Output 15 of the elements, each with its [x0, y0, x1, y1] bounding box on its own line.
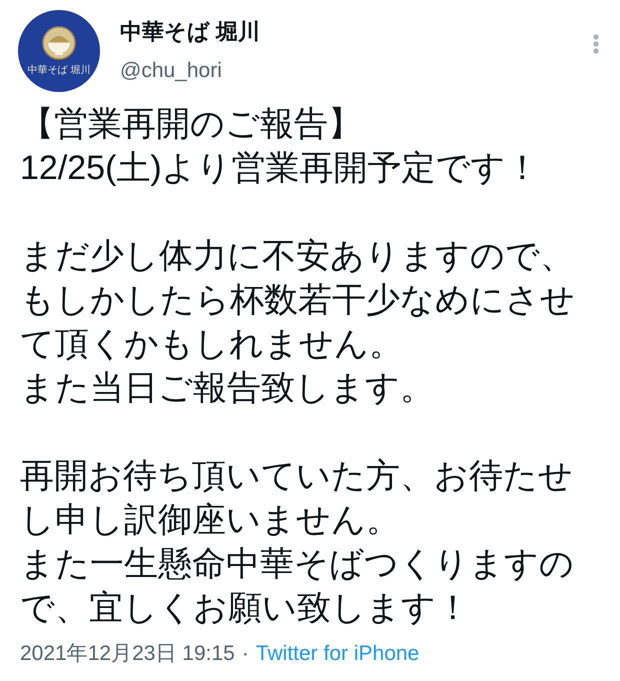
timestamp: 2021年12月23日 19:15: [20, 641, 235, 667]
tweet-text: 【営業再開のご報告】: [20, 104, 363, 145]
tweet-text: また当日ご報告致します。: [20, 368, 435, 409]
avatar[interactable]: 中華そば 堀川: [18, 10, 100, 92]
tweet-text: もしかしたら杯数若干少なめにさせて頂くかもしれません。: [20, 280, 576, 365]
tweet-text: 再開お待ち頂いていた方、お待たせし申し訳御座いません。: [20, 456, 574, 541]
bowl-icon: [42, 26, 76, 60]
tweet-text: 12/25(土)より営業再開予定です！: [20, 148, 541, 189]
more-options-icon[interactable]: [592, 34, 600, 54]
display-name[interactable]: 中華そば 堀川: [120, 18, 260, 46]
separator: ·: [242, 641, 249, 667]
tweet-text: また一生懸命中華そばつくりますので、宜しくお願い致します！: [20, 544, 575, 629]
user-handle[interactable]: @chu_hori: [120, 58, 260, 84]
logo-text: 中華そば 堀川: [28, 66, 90, 76]
tweet-text: まだ少し体力に不安ありますので、: [20, 236, 575, 277]
